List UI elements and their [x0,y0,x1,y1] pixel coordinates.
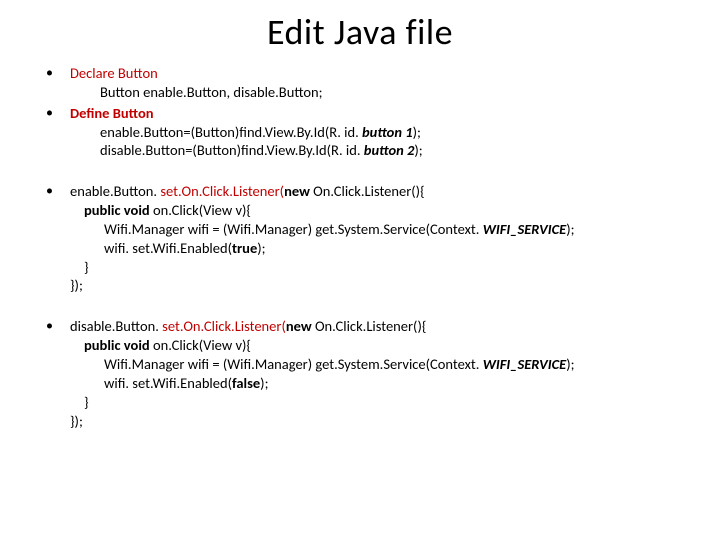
enable-l1-a: enable.Button. [70,182,160,200]
enable-l1-b: set.On.Click.Listener( [160,182,284,200]
enable-l4: wifi. set.Wifi.Enabled(true); [70,239,690,258]
define-heading: Define Button [70,104,154,122]
enable-l3-a: Wifi.Manager wifi = (Wifi.Manager) get.S… [104,220,483,238]
bullet-declare: Declare Button Button enable.Button, dis… [30,64,690,102]
declare-heading: Declare Button [70,64,158,82]
disable-l3: Wifi.Manager wifi = (Wifi.Manager) get.S… [70,355,690,374]
disable-l5: } [70,393,690,412]
disable-l1-d: On.Click.Listener(){ [315,317,426,335]
bullet-disable-listener: disable.Button. set.On.Click.Listener(ne… [30,317,690,430]
enable-l1: enable.Button. set.On.Click.Listener(new… [70,182,425,200]
enable-l6: }); [70,276,690,295]
define-line2-c: ); [414,141,422,159]
disable-l1: disable.Button. set.On.Click.Listener(ne… [70,317,426,335]
enable-l1-c: new [284,182,313,200]
disable-l4: wifi. set.Wifi.Enabled(false); [70,374,690,393]
enable-l2: public void on.Click(View v){ [70,201,690,220]
disable-l4-a: wifi. set.Wifi.Enabled( [104,374,232,392]
disable-l4-b: false [232,374,260,392]
slide: Edit Java file Declare Button Button ena… [0,0,720,442]
enable-l3-c: ); [566,220,574,238]
bullet-define: Define Button enable.Button=(Button)find… [30,104,690,161]
disable-l3-b: WIFI_SERVICE [483,355,567,373]
enable-l1-d: On.Click.Listener(){ [313,182,424,200]
enable-l4-b: true [232,239,257,257]
disable-l2-b: on.Click(View v){ [153,336,251,354]
enable-l3-b: WIFI_SERVICE [483,220,567,238]
enable-l5: } [70,258,690,277]
disable-l1-c: new [286,317,315,335]
enable-l4-c: ); [257,239,265,257]
enable-l3: Wifi.Manager wifi = (Wifi.Manager) get.S… [70,220,690,239]
disable-l1-b: set.On.Click.Listener( [162,317,286,335]
disable-l3-a: Wifi.Manager wifi = (Wifi.Manager) get.S… [104,355,483,373]
define-line1: enable.Button=(Button)find.View.By.Id(R.… [70,123,690,142]
disable-l6: }); [70,412,690,431]
slide-title: Edit Java file [140,10,580,54]
bullet-list: Declare Button Button enable.Button, dis… [30,64,690,430]
define-line1-b: button 1 [362,123,413,141]
enable-l4-a: wifi. set.Wifi.Enabled( [104,239,232,257]
define-line2-a: disable.Button=(Button)find.View.By.Id(R… [100,141,364,159]
disable-l2: public void on.Click(View v){ [70,336,690,355]
define-line1-a: enable.Button=(Button)find.View.By.Id(R.… [100,123,362,141]
disable-l1-a: disable.Button. [70,317,162,335]
enable-l2-a: public void [84,201,153,219]
disable-l3-c: ); [566,355,574,373]
define-line2: disable.Button=(Button)find.View.By.Id(R… [70,141,690,160]
disable-l4-c: ); [260,374,268,392]
disable-l2-a: public void [84,336,153,354]
define-line2-b: button 2 [364,141,415,159]
enable-l2-b: on.Click(View v){ [153,201,251,219]
bullet-enable-listener: enable.Button. set.On.Click.Listener(new… [30,182,690,295]
define-line1-c: ); [413,123,421,141]
declare-code: Button enable.Button, disable.Button; [70,83,690,102]
